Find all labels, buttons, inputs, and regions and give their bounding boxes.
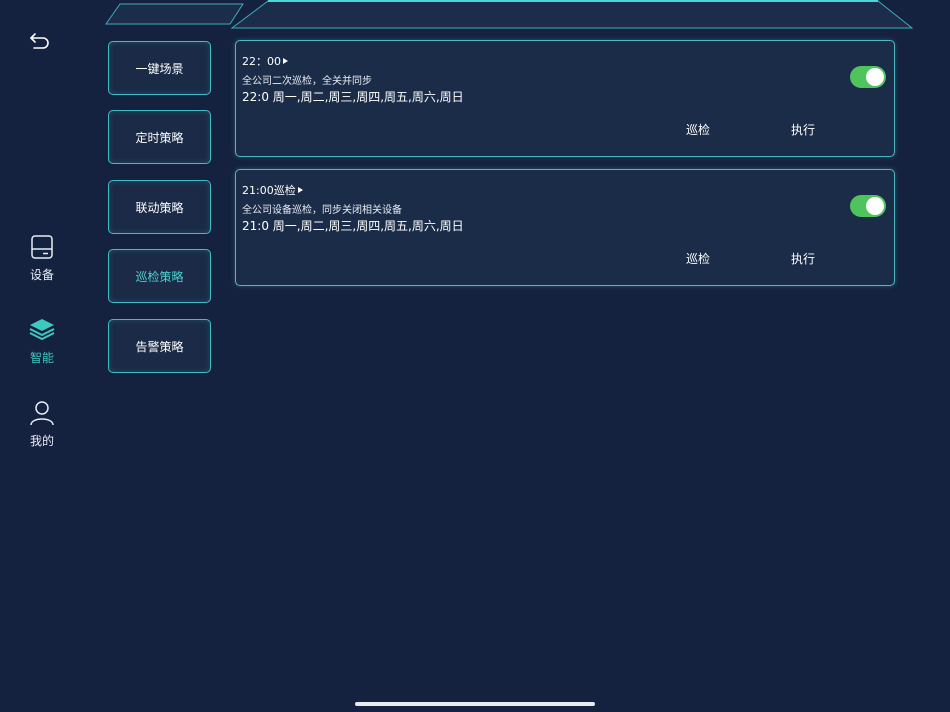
card-description: 全公司二次巡检，全关并同步 (242, 76, 372, 87)
home-indicator (355, 702, 595, 706)
strategy-card: 21:00巡检 全公司设备巡检，同步关闭相关设备 21:0 周一,周二,周三,周… (235, 169, 895, 286)
card-title[interactable]: 22：00 (242, 53, 288, 69)
back-arrow-icon (30, 33, 49, 49)
enable-toggle[interactable] (850, 195, 886, 217)
inspect-button[interactable]: 巡检 (686, 121, 710, 138)
header-decoration (105, 0, 914, 29)
category-inspection-strategy[interactable]: 巡检策略 (108, 249, 211, 303)
inspect-button[interactable]: 巡检 (686, 250, 710, 267)
category-timed-strategy[interactable]: 定时策略 (108, 110, 211, 164)
toggle-knob (866, 68, 884, 86)
card-schedule: 22:0 周一,周二,周三,周四,周五,周六,周日 (242, 90, 464, 104)
nav-label-mine: 我的 (29, 434, 54, 448)
card-title[interactable]: 21:00巡检 (242, 182, 303, 198)
enable-toggle[interactable] (850, 66, 886, 88)
category-linkage-strategy[interactable]: 联动策略 (108, 180, 211, 234)
toggle-knob (866, 197, 884, 215)
device-icon (31, 235, 53, 259)
execute-button[interactable]: 执行 (791, 121, 815, 138)
user-icon (30, 401, 54, 426)
play-icon (297, 187, 303, 193)
nav-item-smart[interactable]: 智能 (20, 317, 64, 366)
layers-icon (29, 319, 55, 341)
play-icon (283, 58, 288, 64)
nav-item-mine[interactable]: 我的 (20, 400, 64, 449)
category-alarm-strategy[interactable]: 告警策略 (108, 319, 211, 373)
execute-button[interactable]: 执行 (791, 250, 815, 267)
card-description: 全公司设备巡检，同步关闭相关设备 (242, 205, 402, 216)
back-button[interactable] (26, 28, 56, 54)
nav-label-device: 设备 (29, 268, 54, 282)
card-schedule: 21:0 周一,周二,周三,周四,周五,周六,周日 (242, 219, 464, 233)
strategy-card: 22：00 全公司二次巡检，全关并同步 22:0 周一,周二,周三,周四,周五,… (235, 40, 895, 157)
category-one-click-scene[interactable]: 一键场景 (108, 41, 211, 95)
nav-label-smart: 智能 (29, 351, 54, 365)
nav-item-device[interactable]: 设备 (20, 234, 64, 283)
